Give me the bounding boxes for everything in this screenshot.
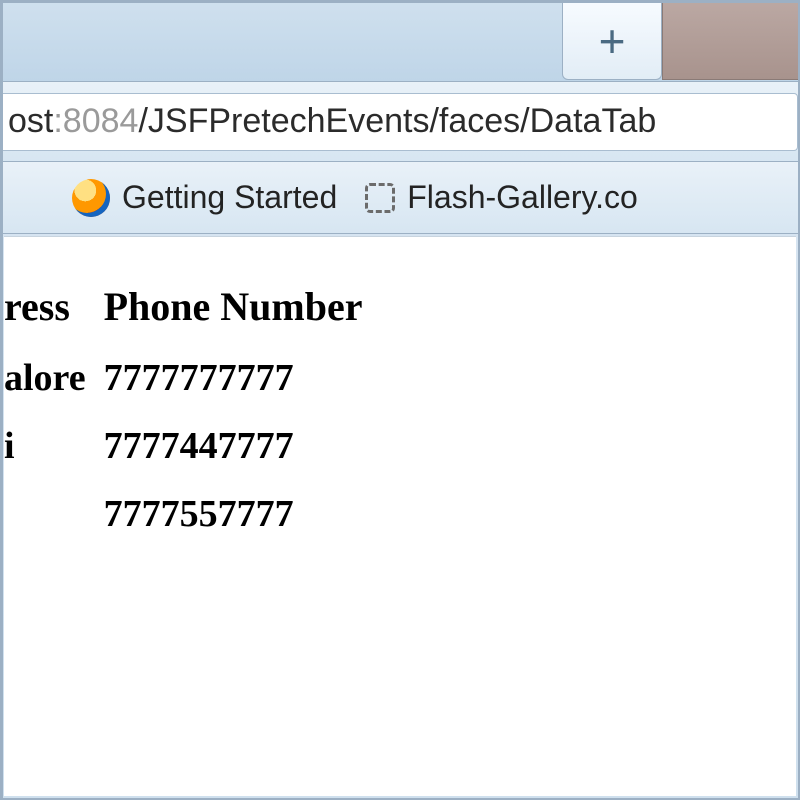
plus-icon: + — [599, 14, 626, 68]
data-table: ress Phone Number alore 7777777777 i 777… — [4, 273, 381, 548]
cell-address — [4, 480, 104, 548]
url-input[interactable]: ost:8084/JSFPretechEvents/faces/DataTab — [2, 93, 798, 151]
tab-strip: + — [2, 2, 798, 82]
bookmark-label: Getting Started — [122, 179, 337, 216]
firefox-icon — [72, 179, 110, 217]
cell-phone: 7777557777 — [104, 480, 381, 548]
browser-window: + ost:8084/JSFPretechEvents/faces/DataTa… — [0, 0, 800, 800]
address-bar-row: ost:8084/JSFPretechEvents/faces/DataTab — [2, 82, 798, 162]
bookmark-flash-gallery[interactable]: Flash-Gallery.co — [365, 179, 638, 216]
url-host-fragment: ost — [8, 102, 53, 141]
bookmark-getting-started[interactable]: Getting Started — [72, 179, 337, 217]
cell-phone: 7777447777 — [104, 412, 381, 480]
url-port: :8084 — [53, 102, 138, 141]
page-content: ress Phone Number alore 7777777777 i 777… — [4, 236, 796, 796]
cell-phone: 7777777777 — [104, 344, 381, 412]
table-row: 7777557777 — [4, 480, 381, 548]
table-row: alore 7777777777 — [4, 344, 381, 412]
inactive-tab[interactable] — [662, 2, 798, 80]
generic-page-icon — [365, 183, 395, 213]
bookmarks-bar: Getting Started Flash-Gallery.co — [2, 162, 798, 234]
bookmark-label: Flash-Gallery.co — [407, 179, 638, 216]
table-row: i 7777447777 — [4, 412, 381, 480]
col-phone: Phone Number — [104, 273, 381, 344]
table-header-row: ress Phone Number — [4, 273, 381, 344]
col-address: ress — [4, 273, 104, 344]
cell-address: i — [4, 412, 104, 480]
new-tab-button[interactable]: + — [562, 2, 662, 80]
cell-address: alore — [4, 344, 104, 412]
url-path: /JSFPretechEvents/faces/DataTab — [138, 102, 656, 141]
